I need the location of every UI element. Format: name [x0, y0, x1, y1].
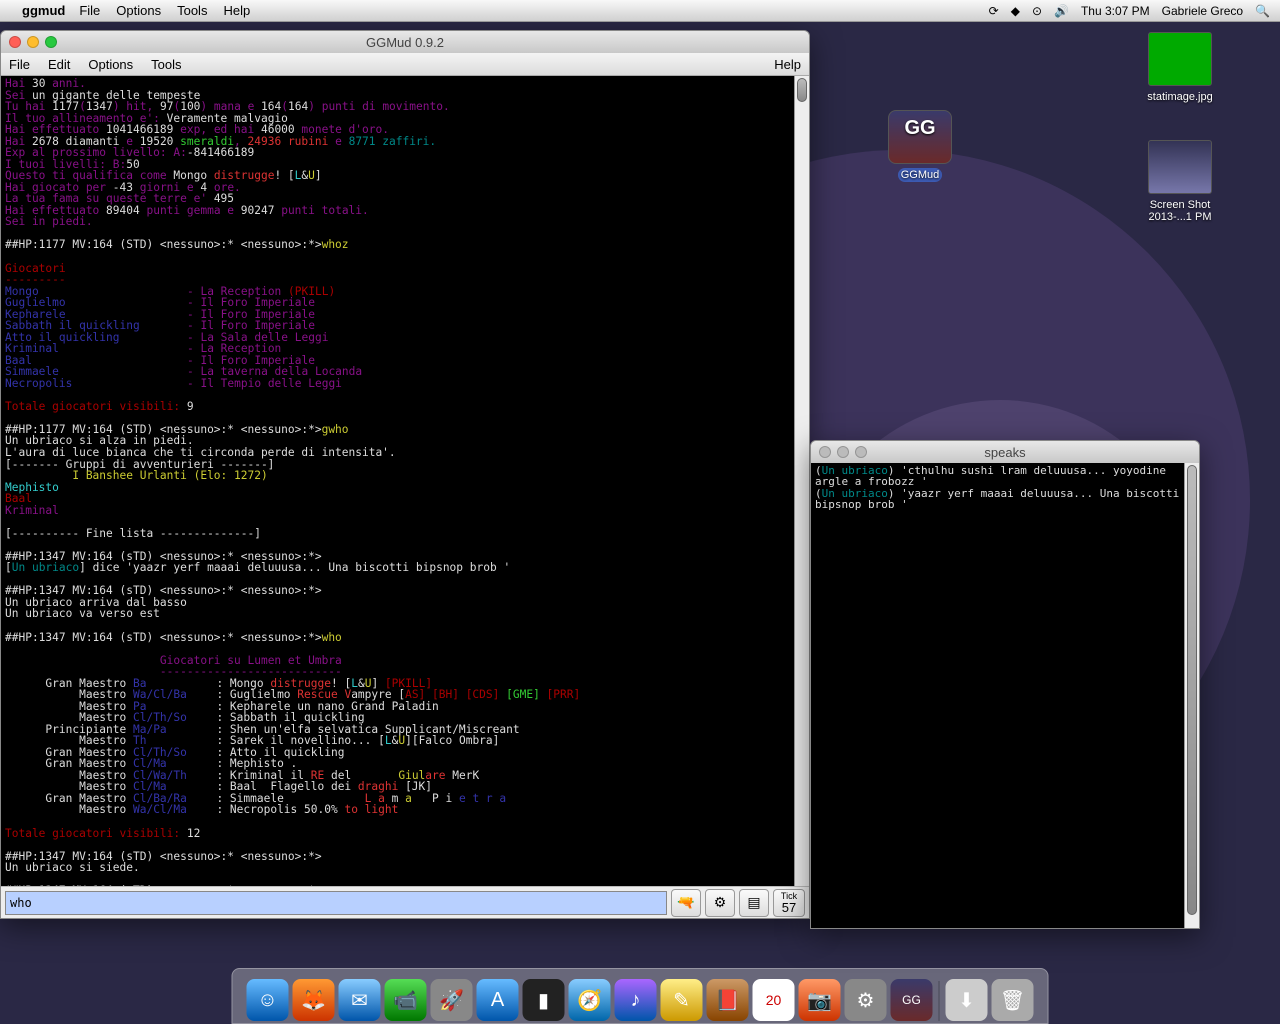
gun-button[interactable]: 🔫: [671, 889, 701, 917]
dock-safari[interactable]: 🧭: [569, 979, 611, 1021]
menu-help[interactable]: Help: [223, 3, 250, 18]
clock[interactable]: Thu 3:07 PM: [1081, 4, 1150, 18]
app-menu-options[interactable]: Options: [88, 57, 133, 72]
dock-downloads[interactable]: ⬇: [946, 979, 988, 1021]
window-title: speaks: [811, 445, 1199, 460]
dock-mail[interactable]: ✉: [339, 979, 381, 1021]
doc-icon: ▤: [747, 894, 760, 911]
dock-launchpad[interactable]: 🚀: [431, 979, 473, 1021]
app-menu-file[interactable]: File: [9, 57, 30, 72]
user-name[interactable]: Gabriele Greco: [1162, 4, 1243, 18]
titlebar[interactable]: speaks: [811, 441, 1199, 463]
log-button[interactable]: ▤: [739, 889, 769, 917]
app-menu-tools[interactable]: Tools: [151, 57, 181, 72]
ggmud-window: GGMud 0.9.2 File Edit Options Tools Help…: [0, 30, 810, 919]
desktop-icon-screenshot[interactable]: Screen Shot 2013-...1 PM: [1140, 140, 1220, 224]
dock-terminal[interactable]: ▮: [523, 979, 565, 1021]
dock-facetime[interactable]: 📹: [385, 979, 427, 1021]
menu-file[interactable]: File: [79, 3, 100, 18]
scrollbar-thumb[interactable]: [797, 78, 807, 102]
status-icon[interactable]: ⟳: [989, 4, 999, 18]
dock-contacts[interactable]: 📕: [707, 979, 749, 1021]
mud-output[interactable]: Hai 30 anni. Sei un gigante delle tempes…: [1, 76, 809, 886]
dock-finder[interactable]: ☺: [247, 979, 289, 1021]
dock-firefox[interactable]: 🦊: [293, 979, 335, 1021]
app-menu-edit[interactable]: Edit: [48, 57, 70, 72]
app-name[interactable]: ggmud: [22, 3, 65, 18]
input-row: 🔫 ⚙ ▤ Tick 57: [1, 886, 809, 918]
menu-tools[interactable]: Tools: [177, 3, 207, 18]
dock-ggmud[interactable]: GG: [891, 979, 933, 1021]
dock-photobooth[interactable]: 📷: [799, 979, 841, 1021]
menu-options[interactable]: Options: [116, 3, 161, 18]
app-menubar: File Edit Options Tools Help: [1, 53, 809, 76]
command-input[interactable]: [5, 891, 667, 915]
titlebar[interactable]: GGMud 0.9.2: [1, 31, 809, 53]
gear-icon: ⚙: [714, 894, 727, 911]
file-thumbnail-icon: [1148, 140, 1212, 194]
dock: ☺ 🦊 ✉ 📹 🚀 A ▮ 🧭 ♪ ✎ 📕 20 📷 ⚙ GG ⬇ 🗑: [232, 968, 1049, 1024]
scrollbar[interactable]: [1184, 463, 1199, 928]
window-title: GGMud 0.9.2: [1, 35, 809, 50]
dock-calendar[interactable]: 20: [753, 979, 795, 1021]
spotlight-icon[interactable]: 🔍: [1255, 4, 1270, 18]
gun-icon: 🔫: [677, 894, 694, 911]
app-menu-help[interactable]: Help: [774, 57, 801, 72]
app-icon: [888, 110, 952, 164]
scrollbar-thumb[interactable]: [1187, 465, 1197, 915]
dock-sysprefs[interactable]: ⚙: [845, 979, 887, 1021]
scrollbar[interactable]: [794, 76, 809, 886]
app-label: GGMud: [898, 168, 943, 182]
status-icon[interactable]: ◆: [1011, 4, 1020, 18]
file-thumbnail-icon: [1148, 32, 1212, 86]
desktop-icon-ggmud[interactable]: GGMud: [880, 110, 960, 182]
file-label: statimage.jpg: [1144, 90, 1215, 104]
speaks-window: speaks (Un ubriaco) 'cthulhu sushi lram …: [810, 440, 1200, 929]
dock-separator: [939, 981, 940, 1021]
dock-itunes[interactable]: ♪: [615, 979, 657, 1021]
desktop-icon-statimage[interactable]: statimage.jpg: [1140, 32, 1220, 104]
wifi-icon[interactable]: ⊙: [1032, 4, 1042, 18]
speaks-output[interactable]: (Un ubriaco) 'cthulhu sushi lram deluuus…: [811, 463, 1199, 928]
dock-trash[interactable]: 🗑: [992, 979, 1034, 1021]
tick-value: 57: [782, 901, 796, 914]
tick-counter: Tick 57: [773, 889, 805, 917]
trigger-button[interactable]: ⚙: [705, 889, 735, 917]
dock-notes[interactable]: ✎: [661, 979, 703, 1021]
file-label: Screen Shot 2013-...1 PM: [1140, 198, 1220, 224]
dock-appstore[interactable]: A: [477, 979, 519, 1021]
volume-icon[interactable]: 🔊: [1054, 4, 1069, 18]
system-menubar: ggmud File Options Tools Help ⟳ ◆ ⊙ 🔊 Th…: [0, 0, 1280, 22]
